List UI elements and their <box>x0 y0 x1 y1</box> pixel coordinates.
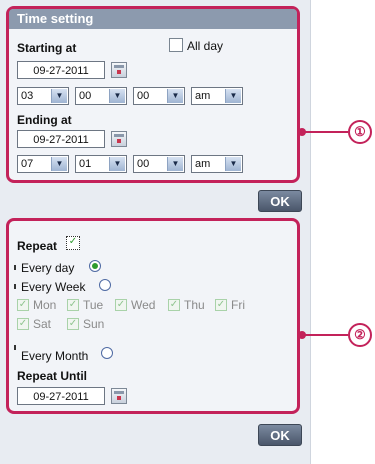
start-calendar-icon[interactable] <box>111 62 127 78</box>
end-minute-select[interactable]: 01 ▼ <box>75 155 127 173</box>
chevron-down-icon: ▼ <box>109 89 125 103</box>
sat-label: Sat <box>33 317 52 331</box>
repeat-until-label: Repeat Until <box>17 369 88 383</box>
end-calendar-icon[interactable] <box>111 131 127 147</box>
repeat-section: Repeat ✓ Every day Every Week ✓ Mon ✓ Tu… <box>6 218 300 414</box>
start-hour-select[interactable]: 03 ▼ <box>17 87 69 105</box>
start-minute-select[interactable]: 00 ▼ <box>75 87 127 105</box>
chevron-down-icon: ▼ <box>109 157 125 171</box>
every-week-label: Every Week <box>21 280 86 294</box>
starting-at-label: Starting at <box>17 41 77 55</box>
all-day-label: All day <box>187 39 224 53</box>
wed-label: Wed <box>131 298 156 312</box>
until-calendar-icon[interactable] <box>111 388 127 404</box>
every-week-radio[interactable] <box>99 279 111 291</box>
sun-checkbox[interactable]: ✓ <box>67 318 79 330</box>
thu-checkbox[interactable]: ✓ <box>168 299 180 311</box>
wed-checkbox[interactable]: ✓ <box>115 299 127 311</box>
bullet <box>14 265 16 270</box>
mon-checkbox[interactable]: ✓ <box>17 299 29 311</box>
start-date-field[interactable]: 09-27-2011 <box>17 61 105 79</box>
chevron-down-icon: ▼ <box>167 157 183 171</box>
chevron-down-icon: ▼ <box>225 157 241 171</box>
callout-line <box>304 131 348 133</box>
chevron-down-icon: ▼ <box>51 157 67 171</box>
thu-label: Thu <box>184 298 205 312</box>
tue-checkbox[interactable]: ✓ <box>67 299 79 311</box>
callout-number-2: ② <box>348 323 372 347</box>
chevron-down-icon: ▼ <box>225 89 241 103</box>
bullet <box>14 345 16 350</box>
start-ampm-select[interactable]: am ▼ <box>191 87 243 105</box>
every-month-label: Every Month <box>21 349 89 363</box>
fri-checkbox[interactable]: ✓ <box>215 299 227 311</box>
time-ok-button[interactable]: OK <box>258 190 302 212</box>
end-second-select[interactable]: 00 ▼ <box>133 155 185 173</box>
repeat-label: Repeat <box>17 239 58 253</box>
chevron-down-icon: ▼ <box>51 89 67 103</box>
callout-line <box>304 334 348 336</box>
all-day-checkbox[interactable] <box>169 38 183 52</box>
every-day-label: Every day <box>21 261 75 275</box>
bullet <box>14 284 16 289</box>
until-date-field[interactable]: 09-27-2011 <box>17 387 105 405</box>
end-ampm-select[interactable]: am ▼ <box>191 155 243 173</box>
fri-label: Fri <box>231 298 245 312</box>
chevron-down-icon: ▼ <box>167 89 183 103</box>
sat-checkbox[interactable]: ✓ <box>17 318 29 330</box>
every-day-radio[interactable] <box>89 260 101 272</box>
sun-label: Sun <box>83 317 105 331</box>
every-month-radio[interactable] <box>101 347 113 359</box>
end-date-field[interactable]: 09-27-2011 <box>17 130 105 148</box>
schedule-panel: Time setting Starting at All day 09-27-2… <box>0 0 311 464</box>
start-second-select[interactable]: 00 ▼ <box>133 87 185 105</box>
repeat-ok-button[interactable]: OK <box>258 424 302 446</box>
tue-label: Tue <box>83 298 104 312</box>
time-setting-title: Time setting <box>9 9 297 29</box>
mon-label: Mon <box>33 298 57 312</box>
time-setting-section: Time setting Starting at All day 09-27-2… <box>6 6 300 183</box>
callout-number-1: ① <box>348 120 372 144</box>
end-hour-select[interactable]: 07 ▼ <box>17 155 69 173</box>
repeat-checkbox[interactable]: ✓ <box>66 236 80 250</box>
ending-at-label: Ending at <box>17 113 72 127</box>
